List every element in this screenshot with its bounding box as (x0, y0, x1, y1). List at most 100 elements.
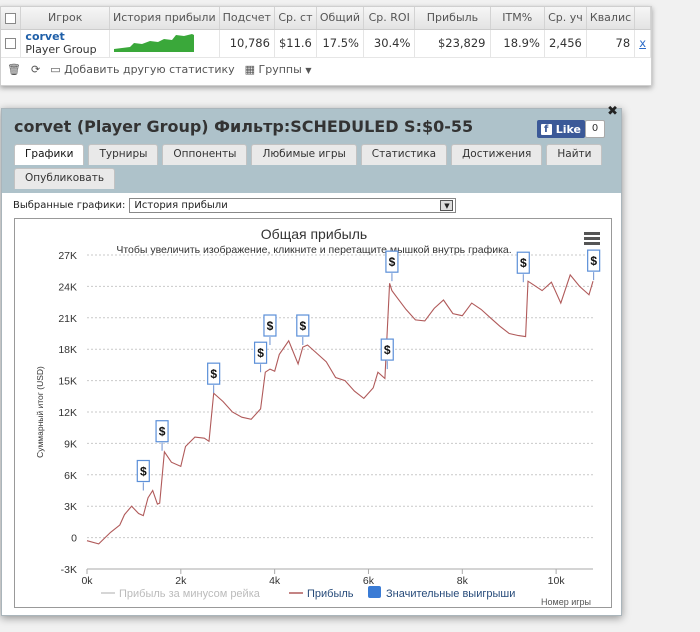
like-count: 0 (585, 120, 605, 138)
facebook-like-button[interactable]: f Like (536, 120, 585, 138)
col-avg-stake[interactable]: Ср. ст (274, 7, 317, 30)
x-axis-label: Номер игры (541, 597, 591, 607)
groups-dropdown[interactable]: ▦ Группы ▼ (245, 63, 312, 76)
big-win-dollar-icon-0: $ (140, 465, 147, 479)
x-tick-label: 8k (457, 575, 469, 587)
y-tick-label: 12K (58, 407, 77, 419)
remove-row-link[interactable]: x (634, 29, 651, 57)
tab-tabs1-4[interactable]: Статистика (360, 144, 448, 165)
refresh-icon[interactable]: ⟳ (31, 63, 40, 76)
y-tick-label: -3K (61, 564, 77, 576)
chart-menu-icon[interactable] (584, 232, 600, 245)
close-icon[interactable]: ✖ (607, 104, 618, 119)
table-header-row: Игрок История прибыли Подсчет Ср. ст Общ… (1, 7, 651, 30)
col-profit-history[interactable]: История прибыли (109, 7, 220, 30)
big-win-dollar-icon-3: $ (257, 346, 264, 360)
x-tick-label: 10k (548, 575, 566, 587)
count-cell: 10,786 (219, 29, 275, 57)
total-cell: 17.5% (316, 29, 365, 57)
y-tick-label: 15K (58, 376, 77, 388)
big-win-dollar-icon-2: $ (210, 367, 217, 381)
big-win-dollar-icon-1: $ (159, 425, 166, 439)
grid-toolbar: 🗑 ⟳ ▭ Добавить другую статистику ▦ Групп… (1, 57, 651, 81)
y-tick-label: 21K (58, 313, 77, 325)
col-count[interactable]: Подсчет (219, 7, 275, 30)
dialog-header: corvet (Player Group) Фильтр:SCHEDULED S… (2, 104, 621, 193)
player-dialog: corvet (Player Group) Фильтр:SCHEDULED S… (1, 104, 622, 616)
tab-tabs1-6[interactable]: Найти (546, 144, 603, 165)
tabs-row-2: Опубликовать (14, 168, 116, 189)
col-total[interactable]: Общий (316, 7, 365, 30)
qual-cell: 78 (586, 29, 636, 57)
itm-cell: 18.9% (490, 29, 545, 57)
y-tick-label: 6K (64, 470, 77, 482)
col-actions (634, 7, 651, 30)
avg-roi-cell: 30.4% (363, 29, 416, 57)
big-win-dollar-icon-9: $ (590, 254, 597, 268)
col-avg-field[interactable]: Ср. уч (544, 7, 587, 30)
profit-sparkline (109, 29, 220, 57)
tab-tabs1-1[interactable]: Турниры (88, 144, 159, 165)
table-row[interactable]: corvet Player Group 10,786 $11.6 17.5% 3… (1, 29, 651, 57)
chart-select-value: История прибыли (134, 200, 228, 211)
avg-stake-cell: $11.6 (274, 29, 317, 57)
chart-title: Общая прибыль (261, 226, 367, 242)
chart-svg[interactable]: Общая прибыль Чтобы увеличить изображение… (15, 219, 613, 609)
col-avg-roi[interactable]: Ср. ROI (363, 7, 416, 30)
chart-select[interactable]: История прибыли ▼ (129, 198, 457, 213)
avg-field-cell: 2,456 (544, 29, 587, 57)
window-icon: ▭ (50, 63, 61, 76)
add-stats-button[interactable]: ▭ Добавить другую статистику (50, 63, 234, 76)
y-tick-label: 0 (71, 533, 77, 545)
big-win-dollar-icon-6: $ (384, 343, 391, 357)
tab-tabs1-5[interactable]: Достижения (451, 144, 543, 165)
tab-tabs1-0[interactable]: Графики (14, 144, 85, 165)
col-qual[interactable]: Квалис (586, 7, 636, 30)
player-group: Player Group (25, 43, 97, 57)
chevron-down-icon[interactable]: ▼ (440, 200, 454, 211)
big-win-dollar-icon-7: $ (389, 255, 396, 269)
trash-icon[interactable]: 🗑 (7, 63, 21, 76)
x-tick-label: 2k (175, 575, 187, 587)
stats-grid: Игрок История прибыли Подсчет Ср. ст Общ… (0, 6, 652, 86)
y-tick-label: 18K (58, 344, 77, 356)
x-tick-label: 0k (81, 575, 93, 587)
row-checkbox[interactable] (1, 29, 22, 57)
like-label: Like (555, 122, 581, 136)
menu-bar-2 (584, 242, 600, 245)
facebook-icon: f (540, 123, 552, 135)
player-name[interactable]: corvet (25, 30, 105, 43)
big-win-dollar-icon-4: $ (267, 319, 274, 333)
profit-series-line (86, 273, 594, 545)
player-cell[interactable]: corvet Player Group (20, 29, 110, 57)
big-win-dollar-icon-5: $ (299, 319, 306, 333)
tab-tabs1-3[interactable]: Любимые игры (251, 144, 357, 165)
col-profit[interactable]: Прибыль (414, 7, 491, 30)
legend-rake-label: Прибыль за минусом рейка (119, 588, 261, 600)
col-itm[interactable]: ITM% (490, 7, 545, 30)
menu-bar-0 (584, 232, 600, 235)
y-tick-label: 9K (64, 438, 77, 450)
y-axis-label: Суммарный итог (USD) (35, 366, 45, 458)
stats-table: Игрок История прибыли Подсчет Ср. ст Общ… (1, 7, 651, 57)
menu-bar-1 (584, 237, 600, 240)
y-tick-label: 24K (58, 281, 77, 293)
sparkline-area (113, 33, 194, 52)
y-tick-label: 3K (64, 501, 77, 513)
profit-chart[interactable]: Общая прибыль Чтобы увеличить изображение… (14, 218, 612, 608)
select-all-checkbox[interactable] (1, 7, 22, 30)
groups-label: Группы (258, 63, 302, 76)
legend-bigwins-swatch (368, 586, 381, 598)
y-tick-label: 27K (58, 250, 77, 262)
x-tick-label: 6k (363, 575, 375, 587)
legend-bigwins-label: Значительные выигрыши (386, 588, 515, 600)
col-player[interactable]: Игрок (20, 7, 110, 30)
grid-icon: ▦ (244, 63, 256, 76)
chart-select-label: Выбранные графики: (13, 200, 126, 211)
tab-tabs2-0[interactable]: Опубликовать (14, 168, 116, 189)
tab-tabs1-2[interactable]: Оппоненты (162, 144, 248, 165)
legend-profit-label: Прибыль (307, 588, 354, 600)
big-win-dollar-icon-8: $ (520, 256, 527, 270)
x-tick-label: 4k (269, 575, 281, 587)
tabs-row-1: Графики Турниры Оппоненты Любимые игры Стати… (14, 144, 603, 165)
